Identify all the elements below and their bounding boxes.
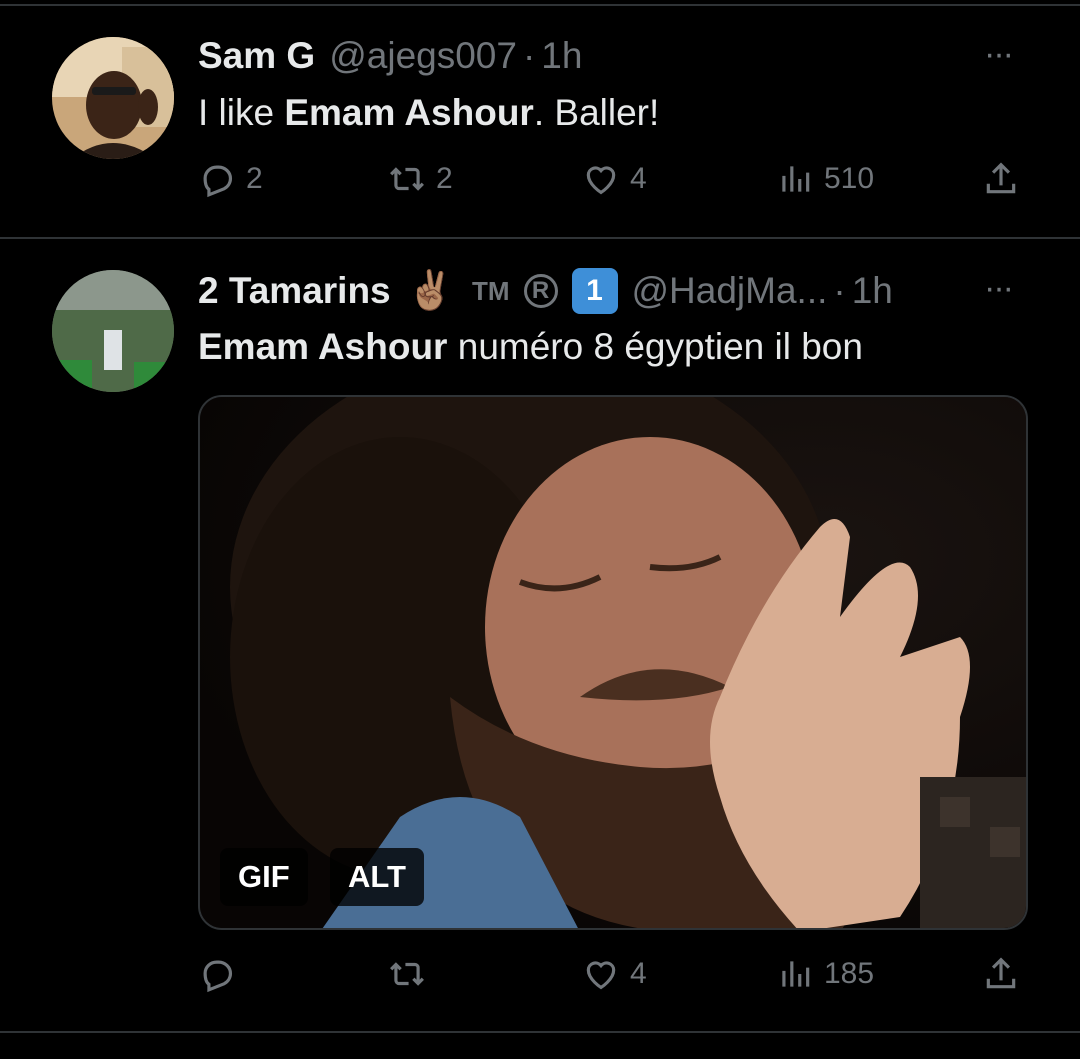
registered-icon: R [523, 274, 558, 308]
timestamp[interactable]: 1h [852, 269, 893, 313]
more-options-icon[interactable]: ··· [984, 271, 1014, 305]
trademark-icon: TM [471, 276, 510, 306]
tweet-text: Emam Ashour numéro 8 égyptien il bon [198, 324, 863, 370]
views-icon [782, 961, 810, 987]
victory-hand-icon: ✌🏽 [406, 270, 454, 312]
retweet-button[interactable] [388, 955, 436, 993]
handle[interactable]: @HadjMa... [632, 269, 828, 313]
gif-frame-image [200, 397, 1026, 928]
like-count: 4 [630, 957, 647, 990]
like-button[interactable]: 4 [582, 955, 647, 993]
text-suffix: numéro 8 égyptien il bon [447, 326, 863, 367]
keycap-one-icon: 1 [571, 268, 618, 314]
display-name[interactable]: 2 Tamarins [198, 269, 391, 313]
gif-badge: GIF [220, 848, 308, 906]
tweet-2[interactable]: 2 Tamarins ✌🏽 TM R 1 @HadjMa... · 1h ···… [0, 0, 1080, 1030]
reply-icon [203, 960, 233, 993]
share-icon [986, 957, 1016, 989]
bottom-divider [0, 1031, 1080, 1033]
share-button[interactable] [982, 955, 1020, 993]
tweet-header: 2 Tamarins ✌🏽 TM R 1 @HadjMa... · 1h [198, 268, 893, 314]
action-bar: 4 185 [198, 955, 1028, 999]
gif-media[interactable] [198, 395, 1028, 930]
views-count: 185 [824, 957, 875, 990]
separator-dot: · [833, 270, 846, 311]
heart-icon [586, 961, 616, 990]
retweet-icon [390, 962, 424, 986]
reply-button[interactable] [198, 955, 246, 993]
avatar[interactable] [52, 270, 174, 392]
alt-text-button[interactable]: ALT [330, 848, 424, 906]
text-bold: Emam Ashour [198, 326, 448, 367]
views-button[interactable]: 185 [776, 955, 874, 993]
